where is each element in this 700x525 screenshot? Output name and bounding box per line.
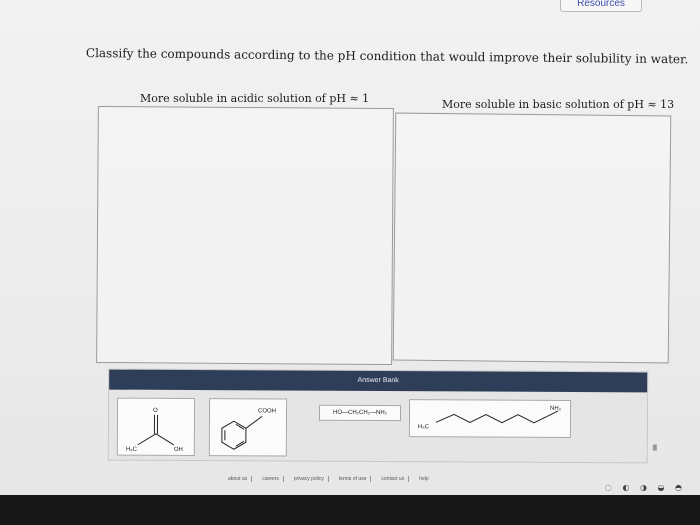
ethanolamine-formula: HO—CH₂CH₂—NH₂ <box>333 409 388 417</box>
answer-card-acetic-acid[interactable]: O H₃C OH <box>116 397 196 457</box>
answer-card-ethanolamine[interactable]: HO—CH₂CH₂—NH₂ <box>318 404 402 422</box>
footer-link-about[interactable]: about us <box>228 476 253 482</box>
question-page: Resources Classify the compounds accordi… <box>0 0 700 525</box>
acetic-acid-structure: O H₃C OH <box>126 408 183 453</box>
system-tray-icons: ◌ ◐ ◑ ◒ ◓ <box>604 483 686 492</box>
acidic-bin-label: More soluble in acidic solution of pH ≈ … <box>140 92 370 105</box>
methyl-label: H₃C <box>418 424 430 430</box>
benzoic-acid-structure: COOH <box>221 408 276 450</box>
taskbar <box>0 495 700 525</box>
hydroxyl-label: OH <box>174 447 183 453</box>
footer-link-terms[interactable]: terms of use <box>339 476 372 482</box>
answer-bank: Answer Bank O H₃C OH COOH HO—CH₂CH₂—NH₂ … <box>107 368 657 464</box>
carbonyl-oxygen-label: O <box>153 408 158 414</box>
octylamine-structure: H₃C NH₂ <box>418 406 562 430</box>
amine-label: NH₂ <box>550 406 562 412</box>
carboxyl-label: COOH <box>258 408 276 414</box>
answer-card-octylamine[interactable]: H₃C NH₂ <box>408 399 572 439</box>
footer-link-contact[interactable]: contact us <box>381 476 410 482</box>
answer-card-benzoic-acid[interactable]: COOH <box>208 398 288 457</box>
scrollbar-thumb[interactable] <box>652 444 657 451</box>
resources-button[interactable]: Resources <box>560 0 642 12</box>
question-instruction: Classify the compounds according to the … <box>85 46 689 67</box>
footer-link-help[interactable]: help <box>419 476 432 482</box>
answer-bank-title: Answer Bank <box>109 369 648 393</box>
basic-drop-zone[interactable] <box>392 112 672 364</box>
footer-link-privacy[interactable]: privacy policy <box>294 476 329 482</box>
footer-link-careers[interactable]: careers <box>262 476 284 482</box>
footer-links: about us careers privacy policy terms of us… <box>228 476 478 486</box>
basic-bin-label: More soluble in basic solution of pH ≈ 1… <box>442 98 675 111</box>
acidic-drop-zone[interactable] <box>96 105 394 366</box>
methyl-label: H₃C <box>126 447 138 453</box>
